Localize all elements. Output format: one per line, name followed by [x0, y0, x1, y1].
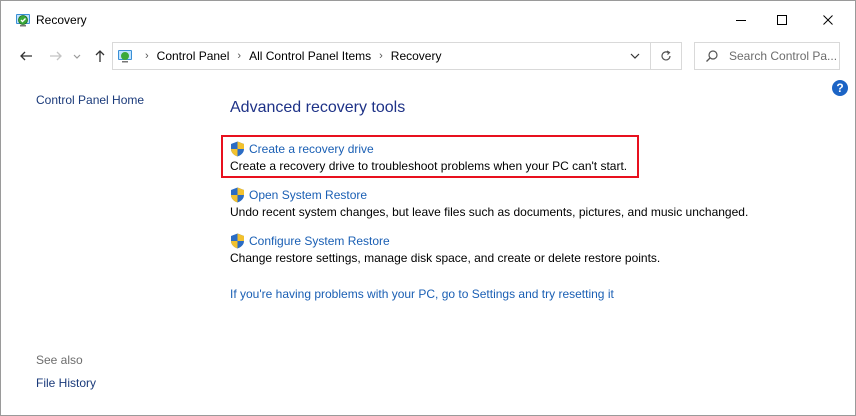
recent-locations-button[interactable] [69, 45, 85, 67]
back-button[interactable] [15, 45, 37, 67]
task-description: Undo recent system changes, but leave fi… [230, 205, 749, 219]
recent-dropdown-icon [73, 54, 81, 59]
window-title: Recovery [36, 13, 87, 27]
search-icon [706, 50, 718, 62]
control-panel-icon [118, 50, 132, 63]
breadcrumb-recovery[interactable]: Recovery [391, 49, 442, 63]
forward-button[interactable] [45, 45, 67, 67]
maximize-icon [777, 15, 787, 25]
up-button[interactable] [89, 45, 111, 67]
maximize-button[interactable] [759, 1, 805, 39]
uac-shield-icon [231, 141, 244, 157]
breadcrumb: › Control Panel › All Control Panel Item… [137, 43, 441, 69]
recovery-app-icon [16, 14, 30, 27]
task-title[interactable]: Create a recovery drive [249, 142, 374, 156]
file-history-link[interactable]: File History [36, 376, 96, 390]
search-box[interactable] [694, 42, 840, 70]
search-input[interactable] [729, 48, 839, 64]
task-configure-system-restore: Configure System Restore Change restore … [230, 232, 660, 265]
recovery-window: Recovery › Control Panel › All Control P… [0, 0, 856, 416]
chevron-right-icon: › [145, 50, 149, 62]
create-recovery-drive-link[interactable]: Create a recovery drive [230, 140, 627, 158]
chevron-down-icon[interactable] [628, 49, 642, 63]
reset-pc-link[interactable]: If you're having problems with your PC, … [230, 287, 614, 301]
refresh-button[interactable] [651, 42, 682, 70]
page-title: Advanced recovery tools [230, 99, 406, 116]
task-description: Create a recovery drive to troubleshoot … [230, 159, 628, 173]
configure-system-restore-link[interactable]: Configure System Restore [230, 232, 660, 250]
close-icon [823, 15, 833, 25]
uac-shield-icon [231, 187, 244, 203]
task-create-recovery-drive: Create a recovery drive Create a recover… [230, 140, 627, 173]
breadcrumb-control-panel[interactable]: Control Panel [157, 49, 230, 63]
minimize-icon [736, 20, 746, 21]
chevron-right-icon: › [237, 50, 242, 62]
task-description: Change restore settings, manage disk spa… [230, 251, 661, 265]
minimize-button[interactable] [718, 1, 764, 39]
task-title[interactable]: Configure System Restore [249, 234, 390, 248]
control-panel-home-link[interactable]: Control Panel Home [36, 93, 144, 107]
open-system-restore-link[interactable]: Open System Restore [230, 186, 748, 204]
up-arrow-icon [95, 50, 105, 62]
breadcrumb-all-items[interactable]: All Control Panel Items [249, 49, 371, 63]
help-icon[interactable]: ? [832, 80, 848, 96]
close-button[interactable] [805, 1, 851, 39]
uac-shield-icon [231, 233, 244, 249]
title-bar: Recovery [1, 1, 855, 39]
address-bar[interactable]: › Control Panel › All Control Panel Item… [112, 42, 651, 70]
chevron-right-icon: › [379, 50, 383, 62]
see-also-label: See also [36, 353, 83, 367]
forward-arrow-icon [50, 51, 62, 61]
refresh-icon [661, 50, 671, 61]
task-open-system-restore: Open System Restore Undo recent system c… [230, 186, 748, 219]
task-title[interactable]: Open System Restore [249, 188, 367, 202]
back-arrow-icon [20, 51, 32, 61]
